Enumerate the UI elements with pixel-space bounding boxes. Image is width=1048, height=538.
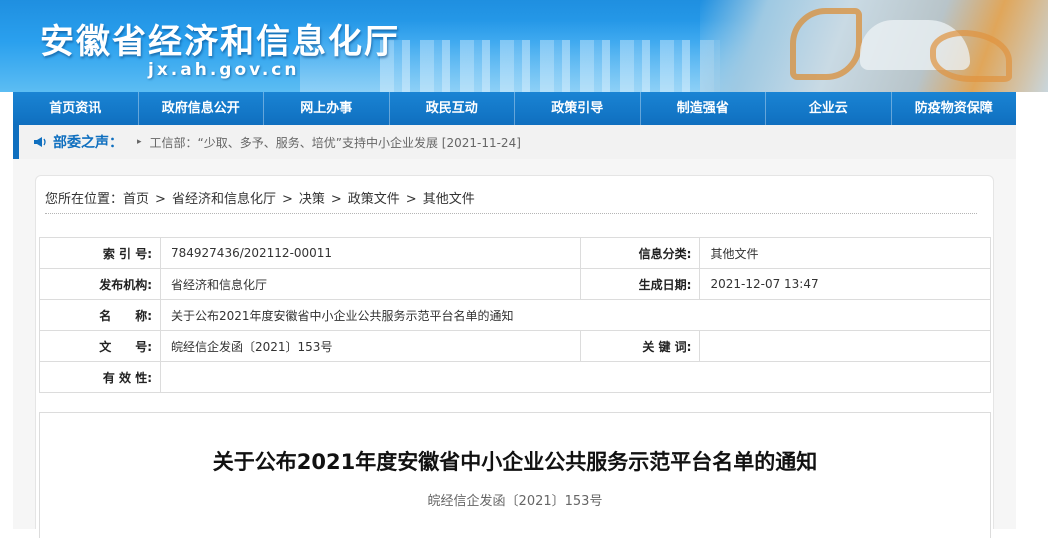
table-row: 文 号: 皖经信企发函〔2021〕153号 关 键 词: [39, 330, 991, 362]
main-content-area: 您所在位置：首页 > 省经济和信息化厅 > 决策 > 政策文件 > 其他文件 索 引 号: 78… [13, 159, 1016, 538]
article-doc-number: 皖经信企发函〔2021〕153号 [427, 494, 603, 509]
keywords-label: 关 键 词: [580, 330, 701, 362]
nav-item-online-service[interactable]: 网上办事 [264, 92, 390, 125]
table-row: 索 引 号: 784927436/202112-00011 信息分类: 其他文件 [39, 237, 991, 269]
main-nav: 首页资讯 政府信息公开 网上办事 政民互动 政策引导 制造强省 企业云 防疫物资… [13, 92, 1016, 125]
name-value: 关于公布2021年度安徽省中小企业公共服务示范平台名单的通知 [160, 299, 991, 331]
breadcrumb: 您所在位置：首页 > 省经济和信息化厅 > 决策 > 政策文件 > 其他文件 [45, 188, 475, 207]
document-panel: 索 引 号: 784927436/202112-00011 信息分类: 其他文件… [35, 215, 994, 538]
nav-item-gov-info[interactable]: 政府信息公开 [139, 92, 264, 125]
nav-item-enterprise-cloud[interactable]: 企业云 [766, 92, 892, 125]
ticker-accent-bar [13, 125, 19, 159]
table-row: 有 效 性: [39, 361, 991, 393]
breadcrumb-separator: > [405, 192, 417, 207]
breadcrumb-item-policy-docs[interactable]: 政策文件 [348, 192, 400, 207]
document-meta-table: 索 引 号: 784927436/202112-00011 信息分类: 其他文件… [39, 237, 991, 393]
keywords-value [699, 330, 991, 362]
publisher-value: 省经济和信息化厅 [159, 268, 582, 300]
robot-arm-image [790, 8, 862, 80]
nav-item-policy[interactable]: 政策引导 [515, 92, 641, 125]
nav-item-epidemic-supplies[interactable]: 防疫物资保障 [892, 92, 1017, 125]
building-image [380, 40, 720, 92]
header-banner: 安徽省经济和信息化厅 jx.ah.gov.cn [0, 0, 1048, 92]
category-value: 其他文件 [699, 237, 991, 269]
ticker-label: 部委之声： [53, 135, 123, 151]
dotted-divider [45, 213, 977, 214]
article-title: 关于公布2021年度安徽省中小企业公共服务示范平台名单的通知 [212, 450, 818, 474]
nav-item-home[interactable]: 首页资讯 [13, 92, 139, 125]
breadcrumb-separator: > [281, 192, 293, 207]
breadcrumb-separator: > [330, 192, 342, 207]
validity-label: 有 效 性: [39, 361, 161, 393]
ticker-news-link[interactable]: 工信部：“少取、多予、服务、培优”支持中小企业发展 [2021-11-24] [150, 134, 521, 151]
date-label: 生成日期: [580, 268, 701, 300]
breadcrumb-item-other-docs[interactable]: 其他文件 [423, 192, 475, 207]
nav-item-manufacturing[interactable]: 制造强省 [641, 92, 766, 125]
breadcrumb-box: 您所在位置：首页 > 省经济和信息化厅 > 决策 > 政策文件 > 其他文件 [35, 175, 994, 216]
breadcrumb-item-department[interactable]: 省经济和信息化厅 [172, 192, 276, 207]
table-row: 发布机构: 省经济和信息化厅 生成日期: 2021-12-07 13:47 [39, 268, 991, 300]
validity-value [160, 361, 991, 393]
breadcrumb-item-decision[interactable]: 决策 [299, 192, 325, 207]
article-body: 关于公布2021年度安徽省中小企业公共服务示范平台名单的通知 皖经信企发函〔20… [39, 412, 991, 538]
breadcrumb-item-home[interactable]: 首页 [123, 192, 149, 207]
table-row: 名 称: 关于公布2021年度安徽省中小企业公共服务示范平台名单的通知 [39, 299, 991, 331]
site-url: jx.ah.gov.cn [148, 60, 300, 80]
category-label: 信息分类: [580, 237, 701, 269]
breadcrumb-separator: > [155, 192, 166, 207]
publisher-label: 发布机构: [39, 268, 161, 300]
docno-value: 皖经信企发函〔2021〕153号 [159, 330, 582, 362]
docno-label: 文 号: [39, 330, 161, 362]
site-title[interactable]: 安徽省经济和信息化厅 [40, 14, 400, 63]
index-value: 784927436/202112-00011 [159, 237, 582, 269]
megaphone-icon [34, 137, 46, 147]
name-label: 名 称: [39, 299, 161, 331]
date-value: 2021-12-07 13:47 [699, 268, 991, 300]
breadcrumb-prefix: 您所在位置： [45, 192, 124, 207]
chevron-right-icon: ▸ [137, 137, 142, 147]
index-label: 索 引 号: [39, 237, 161, 269]
news-ticker: 部委之声： ▸ 工信部：“少取、多予、服务、培优”支持中小企业发展 [2021-… [13, 125, 1016, 159]
nav-item-interaction[interactable]: 政民互动 [390, 92, 515, 125]
